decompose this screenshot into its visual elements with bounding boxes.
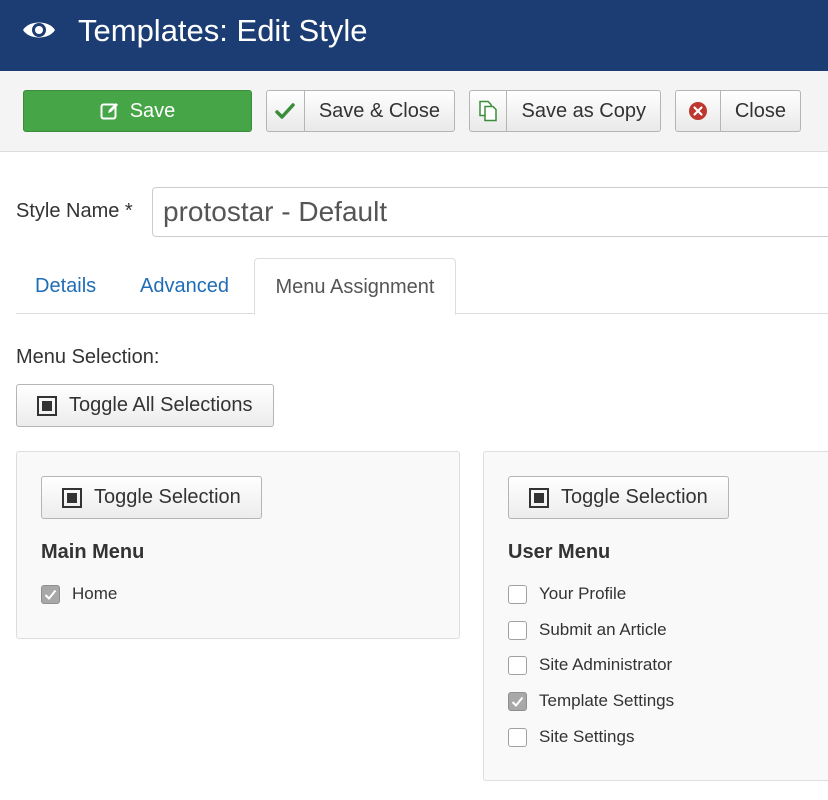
tab-details[interactable]: Details [35, 258, 96, 314]
menu-item-label: Your Profile [539, 584, 627, 603]
menu-item-label: Site Settings [539, 727, 635, 746]
menu-selection-label: Menu Selection: [16, 346, 160, 368]
toggle-selection-button-user[interactable]: Toggle Selection [508, 476, 729, 519]
close-circle-icon [676, 91, 721, 131]
edit-icon [100, 103, 118, 120]
checkbox-unchecked[interactable] [508, 655, 527, 675]
main-menu-panel: Toggle Selection Main Menu Home [16, 451, 460, 639]
checkbox-unchecked[interactable] [508, 727, 527, 747]
toggle-square-icon [62, 487, 82, 508]
menu-item-label: Template Settings [539, 691, 675, 710]
menu-item-site-administrator[interactable]: Site Administrator [508, 653, 672, 677]
tab-bar: Details Advanced Menu Assignment [16, 258, 828, 315]
page-header: Templates: Edit Style [0, 0, 828, 71]
eye-icon [23, 22, 55, 38]
checkbox-checked[interactable] [41, 584, 60, 604]
menu-item-submit-article[interactable]: Submit an Article [508, 618, 667, 642]
tab-advanced[interactable]: Advanced [140, 258, 229, 314]
save-as-copy-button[interactable]: Save as Copy [469, 90, 661, 132]
save-close-button[interactable]: Save & Close [266, 90, 455, 132]
menu-item-site-settings[interactable]: Site Settings [508, 725, 634, 749]
checkmark-icon [511, 696, 524, 707]
menu-item-label: Home [72, 584, 118, 603]
toggle-square-icon [37, 395, 57, 416]
toggle-all-label: Toggle All Selections [69, 394, 253, 416]
checkbox-unchecked[interactable] [508, 584, 527, 604]
menu-item-your-profile[interactable]: Your Profile [508, 582, 626, 606]
main-menu-title: Main Menu [41, 541, 145, 563]
style-name-label: Style Name * [16, 200, 133, 222]
save-button-label: Save [129, 99, 176, 122]
checkbox-unchecked[interactable] [508, 620, 527, 640]
copy-icon [470, 91, 508, 131]
save-as-copy-label: Save as Copy [521, 99, 646, 122]
close-button[interactable]: Close [675, 90, 801, 132]
close-label: Close [734, 99, 786, 122]
toggle-selection-label: Toggle Selection [94, 486, 241, 508]
checkbox-checked[interactable] [508, 691, 527, 711]
menu-item-home[interactable]: Home [41, 582, 117, 606]
user-menu-panel: Toggle Selection User Menu Your Profile … [483, 451, 828, 781]
toggle-square-icon [529, 487, 549, 508]
user-menu-title: User Menu [508, 541, 611, 563]
page-title: Templates: Edit Style [78, 13, 368, 48]
toolbar: Save Save & Close Save as Copy Close [0, 71, 828, 152]
style-name-input[interactable] [152, 187, 828, 237]
toggle-selection-button-main[interactable]: Toggle Selection [41, 476, 262, 519]
checkmark-icon [44, 589, 57, 600]
checkmark-icon [267, 91, 305, 131]
menu-item-label: Submit an Article [539, 620, 667, 639]
toggle-selection-label: Toggle Selection [561, 486, 708, 508]
tab-menu-assignment[interactable]: Menu Assignment [254, 258, 456, 315]
menu-item-template-settings[interactable]: Template Settings [508, 689, 674, 713]
menu-item-label: Site Administrator [539, 655, 673, 674]
save-close-label: Save & Close [318, 99, 440, 122]
toggle-all-selections-button[interactable]: Toggle All Selections [16, 384, 274, 427]
save-button[interactable]: Save [23, 90, 252, 132]
